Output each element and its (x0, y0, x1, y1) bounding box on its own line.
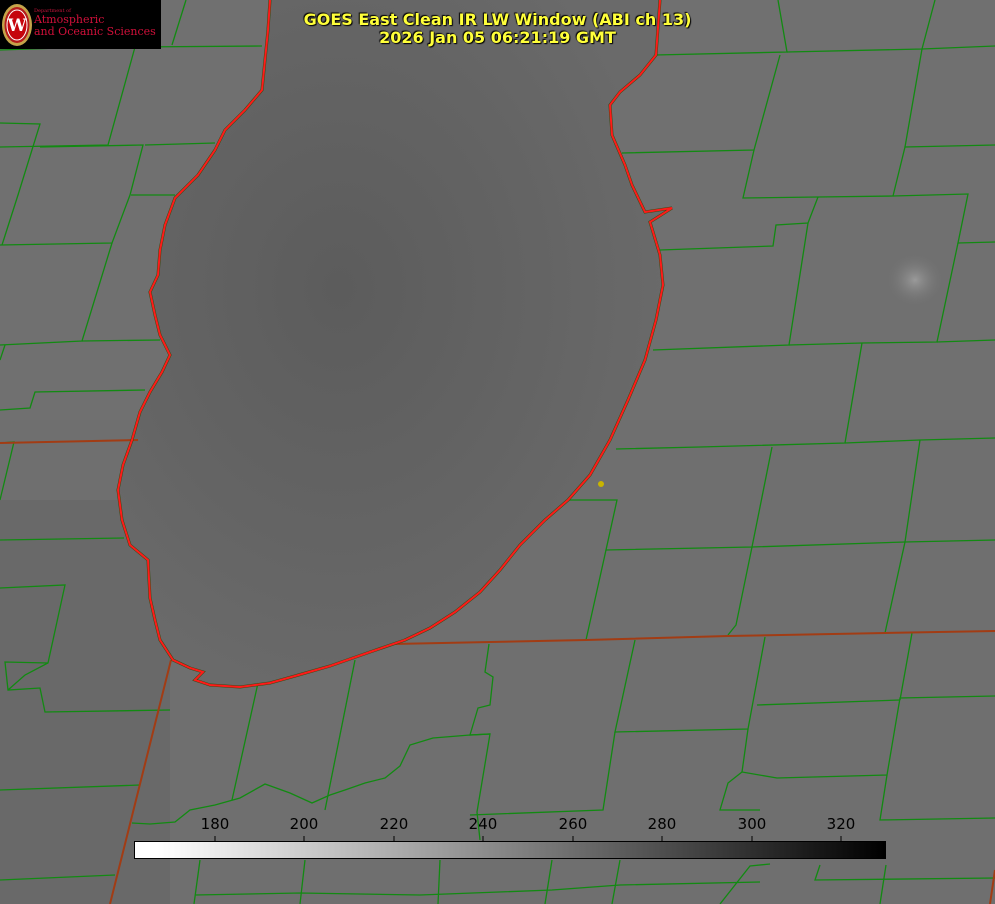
colorbar-tick-320: 320 (826, 815, 856, 833)
colorbar-tick-200: 200 (289, 815, 319, 833)
warm-cloud-spot (885, 252, 945, 308)
colorbar-tick-280: 280 (647, 815, 677, 833)
colorbar-tick-240: 240 (468, 815, 498, 833)
colorbar (134, 841, 886, 859)
station-marker (598, 481, 604, 487)
colorbar-tick-220: 220 (379, 815, 409, 833)
satellite-map (0, 0, 995, 904)
colorbar-tick-180: 180 (200, 815, 230, 833)
logo-line2: and Oceanic Sciences (34, 25, 156, 38)
logo-text: Department of Atmospheric and Oceanic Sc… (34, 8, 156, 38)
svg-text:W: W (6, 16, 27, 36)
uw-aos-logo: W Department of Atmospheric and Oceanic … (0, 0, 161, 49)
colorbar-tick-300: 300 (737, 815, 767, 833)
colorbar-tick-260: 260 (558, 815, 588, 833)
uw-crest-icon: W (2, 4, 32, 46)
